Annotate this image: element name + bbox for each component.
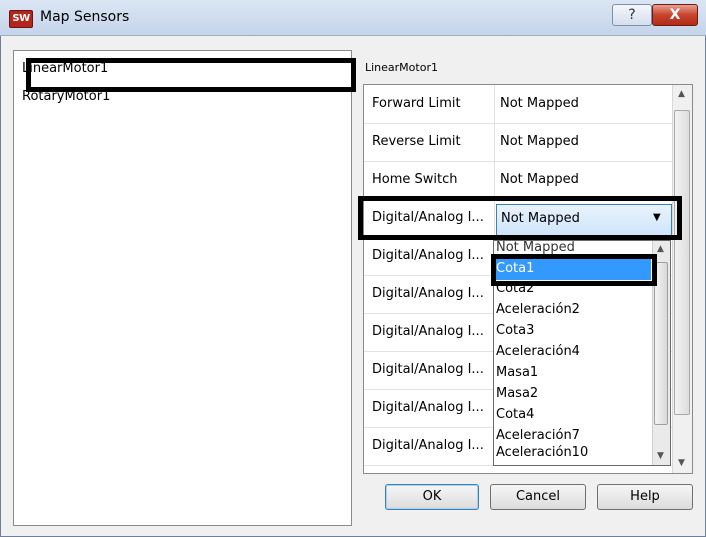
highlight-box-digital-analog xyxy=(358,196,682,240)
sensor-label: Home Switch xyxy=(372,172,458,187)
dropdown-option[interactable]: Cota4 xyxy=(496,407,534,422)
scroll-up-arrow-icon[interactable]: ▲ xyxy=(657,244,664,254)
title-help-button[interactable]: ? xyxy=(612,4,652,26)
sensor-value[interactable]: Not Mapped xyxy=(500,134,579,149)
sensor-label: Digital/Analog I... xyxy=(372,248,484,263)
sensor-label: Digital/Analog I... xyxy=(372,362,484,377)
dropdown-scrollbar-thumb[interactable] xyxy=(654,262,668,425)
dropdown-option[interactable]: Masa1 xyxy=(496,365,538,380)
highlight-box-cota1 xyxy=(491,254,657,286)
sensor-label: Digital/Analog I... xyxy=(372,438,484,453)
sensor-label: Digital/Analog I... xyxy=(372,324,484,339)
grid-scrollbar-thumb[interactable] xyxy=(674,110,690,415)
motor-list[interactable]: LinearMotor1 RotaryMotor1 xyxy=(13,50,352,526)
dropdown-option[interactable]: Aceleración4 xyxy=(496,344,580,359)
sensor-label: Digital/Analog I... xyxy=(372,286,484,301)
sensor-row[interactable]: Reverse Limit Not Mapped xyxy=(364,123,674,162)
selected-motor-heading: LinearMotor1 xyxy=(365,61,438,74)
dropdown-option[interactable]: Aceleración7 xyxy=(496,428,580,443)
close-button[interactable]: X xyxy=(652,4,698,26)
dropdown-option[interactable]: Cota3 xyxy=(496,323,534,338)
help-button[interactable]: Help xyxy=(597,484,693,510)
sensor-label: Forward Limit xyxy=(372,96,461,111)
ok-button[interactable]: OK xyxy=(385,484,479,510)
sensor-value[interactable]: Not Mapped xyxy=(500,96,579,111)
highlight-box-motor xyxy=(26,58,356,92)
dropdown-option[interactable]: Aceleración10 xyxy=(496,445,588,460)
sensor-row[interactable]: Forward Limit Not Mapped xyxy=(364,85,674,124)
column-divider xyxy=(494,161,495,199)
dropdown-option[interactable]: Masa2 xyxy=(496,386,538,401)
app-logo-icon: SW xyxy=(9,10,33,28)
dropdown-option[interactable]: Aceleración2 xyxy=(496,302,580,317)
dropdown-option[interactable]: Not Mapped xyxy=(496,240,575,255)
scroll-down-arrow-icon[interactable]: ▼ xyxy=(657,451,664,461)
sensor-label: Digital/Analog I... xyxy=(372,400,484,415)
cancel-button[interactable]: Cancel xyxy=(490,484,586,510)
scroll-up-arrow-icon[interactable]: ▲ xyxy=(678,89,685,99)
sensor-value[interactable]: Not Mapped xyxy=(500,172,579,187)
sensor-row[interactable]: Home Switch Not Mapped xyxy=(364,161,674,200)
sensor-label: Reverse Limit xyxy=(372,134,461,149)
scroll-down-arrow-icon[interactable]: ▼ xyxy=(678,458,685,468)
column-divider xyxy=(494,85,495,123)
window-title: Map Sensors xyxy=(40,9,130,25)
column-divider xyxy=(494,123,495,161)
